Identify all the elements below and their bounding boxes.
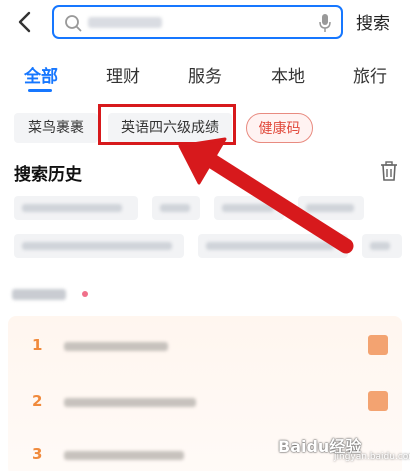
blurred-text	[64, 398, 196, 407]
hot-item[interactable]: 1	[8, 326, 402, 366]
blurred-text	[222, 204, 274, 212]
tab-travel[interactable]: 旅行	[353, 62, 387, 87]
hot-rank: 1	[32, 336, 43, 354]
blurred-text	[206, 242, 334, 250]
chip-cet-scores[interactable]: 英语四六级成绩	[108, 113, 232, 143]
blurred-text	[22, 204, 122, 212]
chip-health-code[interactable]: 健康码	[246, 113, 313, 143]
history-item-5[interactable]	[14, 234, 184, 258]
history-item-4[interactable]	[298, 196, 364, 220]
tab-services[interactable]: 服务	[188, 62, 222, 87]
chip-cainiao[interactable]: 菜鸟裹裹	[14, 113, 98, 143]
search-icon	[65, 15, 82, 32]
tab-all[interactable]: 全部	[24, 62, 58, 87]
history-item-3[interactable]	[214, 196, 284, 220]
microphone-icon[interactable]	[318, 13, 332, 33]
search-input[interactable]	[86, 11, 286, 33]
top-bar: 搜索	[0, 0, 410, 46]
hot-rank: 3	[32, 445, 43, 463]
tab-wealth[interactable]: 理财	[106, 62, 140, 87]
tab-local[interactable]: 本地	[271, 62, 305, 87]
hot-dot-icon	[82, 291, 88, 297]
blurred-text	[64, 342, 168, 351]
blurred-text	[22, 242, 172, 250]
active-tab-indicator	[28, 89, 52, 92]
history-item-7[interactable]	[362, 234, 402, 258]
blurred-text	[370, 242, 390, 250]
blurred-text	[64, 451, 184, 460]
history-item-2[interactable]	[152, 196, 200, 220]
hot-tag-icon	[368, 335, 388, 355]
back-arrow-icon[interactable]	[14, 10, 38, 34]
hot-tag-icon	[368, 391, 388, 411]
hot-item[interactable]: 2	[8, 382, 402, 422]
search-button[interactable]: 搜索	[356, 9, 390, 34]
history-title: 搜索历史	[14, 165, 82, 185]
trash-icon[interactable]	[380, 161, 398, 181]
blurred-text	[160, 204, 190, 212]
hot-rank: 2	[32, 392, 43, 410]
blurred-text	[12, 289, 66, 300]
blurred-text	[306, 204, 354, 212]
watermark-url: jingyan.baidu.com	[334, 452, 410, 462]
hot-list-header	[10, 285, 100, 303]
history-item-6[interactable]	[198, 234, 348, 258]
search-box[interactable]	[52, 5, 343, 39]
history-item-1[interactable]	[14, 196, 138, 220]
category-tabs: 全部 理财 服务 本地 旅行	[0, 56, 410, 96]
